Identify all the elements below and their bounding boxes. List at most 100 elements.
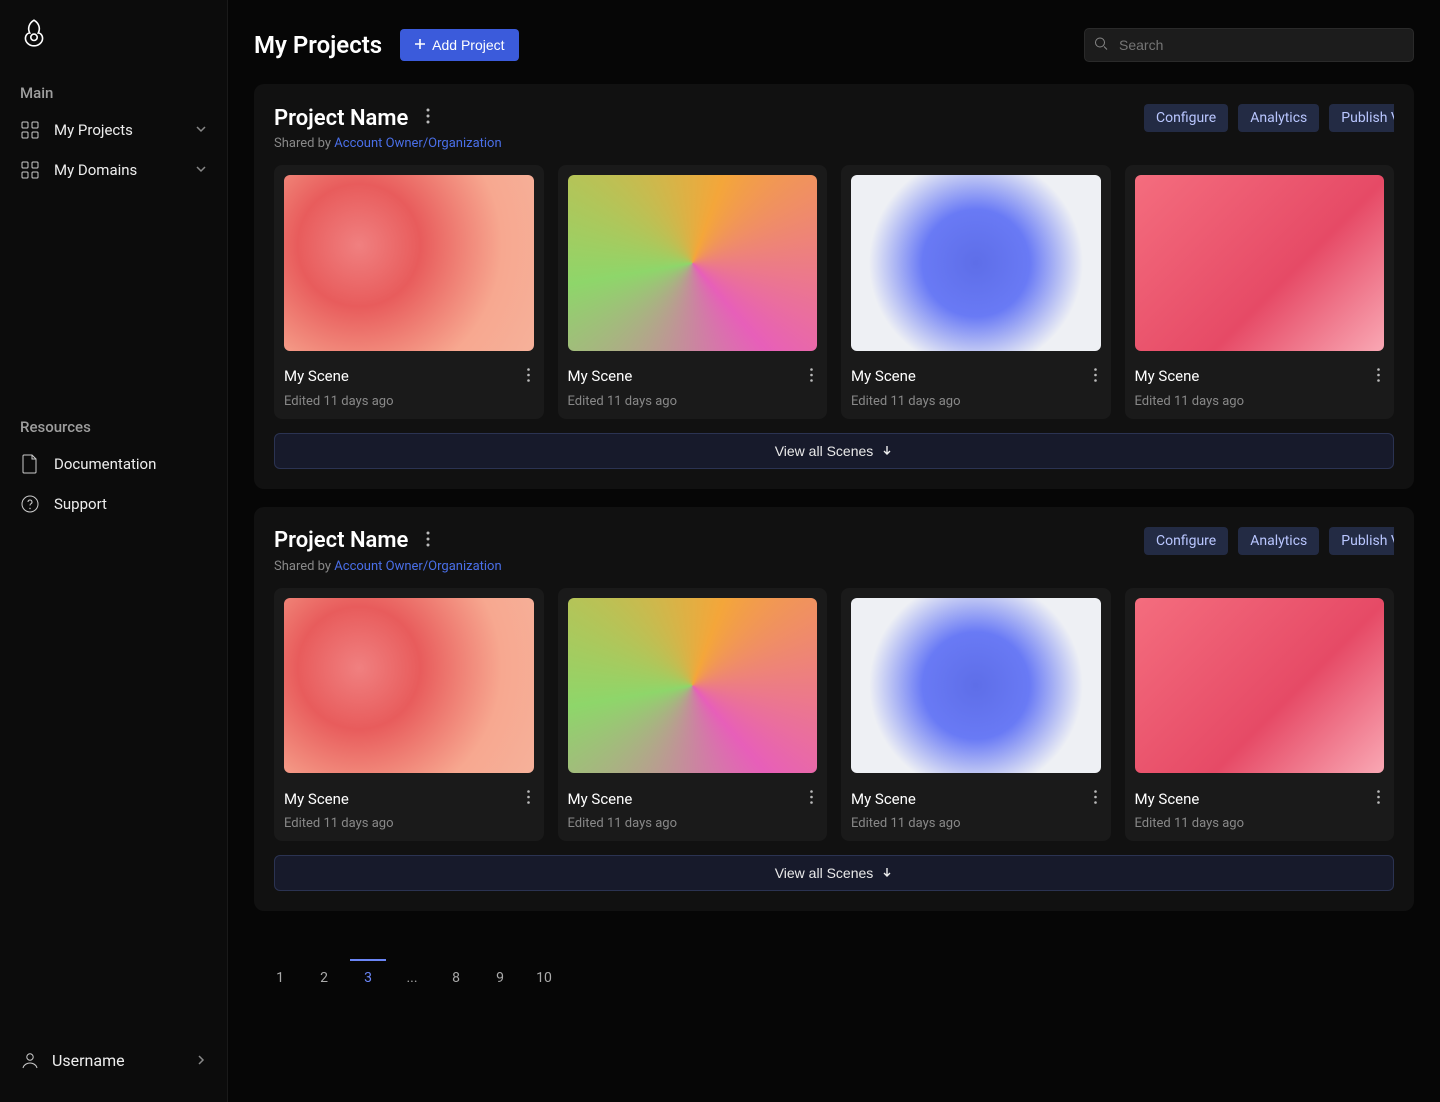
scene-name: My Scene (568, 367, 633, 385)
sidebar-item-my-domains[interactable]: My Domains (0, 150, 227, 190)
user-icon (20, 1050, 40, 1070)
page-button-active[interactable]: 3 (350, 959, 386, 995)
help-icon (20, 494, 40, 514)
scene-card[interactable]: My Scene Edited 11 days ago (274, 588, 544, 842)
scene-menu-button[interactable] (1090, 785, 1101, 812)
plus-icon (414, 37, 426, 53)
scene-name: My Scene (1135, 790, 1200, 808)
scene-thumbnail (851, 175, 1101, 351)
owner-link[interactable]: Account Owner/Organization (334, 136, 501, 151)
scene-card[interactable]: My Scene Edited 11 days ago (1125, 165, 1395, 419)
search-input[interactable] (1084, 28, 1414, 62)
scene-menu-button[interactable] (523, 363, 534, 390)
project-title: Project Name (274, 528, 408, 553)
logo-icon (20, 18, 48, 48)
add-project-label: Add Project (432, 37, 504, 53)
sidebar-item-label: My Domains (54, 161, 137, 179)
scene-edited: Edited 11 days ago (568, 394, 818, 409)
scene-card[interactable]: My Scene Edited 11 days ago (558, 588, 828, 842)
analytics-chip[interactable]: Analytics (1238, 104, 1319, 132)
scene-card[interactable]: My Scene Edited 11 days ago (841, 588, 1111, 842)
scene-thumbnail (284, 175, 534, 351)
scene-menu-button[interactable] (1373, 363, 1384, 390)
scene-name: My Scene (1135, 367, 1200, 385)
sidebar: Main My Projects My Domains Resources Do… (0, 0, 228, 1102)
chevron-right-icon (195, 1051, 207, 1070)
scene-name: My Scene (568, 790, 633, 808)
sidebar-item-label: Documentation (54, 455, 156, 473)
project-block: Project Name Configure Analytics Publish… (254, 84, 1414, 489)
add-project-button[interactable]: Add Project (400, 29, 518, 61)
grid-icon (20, 120, 40, 140)
grid-icon (20, 160, 40, 180)
scene-name: My Scene (851, 790, 916, 808)
view-all-scenes-button[interactable]: View all Scenes (274, 433, 1394, 469)
arrow-down-icon (881, 443, 893, 459)
scene-thumbnail (568, 175, 818, 351)
shared-by-line: Shared by Account Owner/Organization (274, 559, 1394, 574)
configure-chip[interactable]: Configure (1144, 104, 1228, 132)
scene-card[interactable]: My Scene Edited 11 days ago (274, 165, 544, 419)
publish-chip[interactable]: Publish Version (1329, 104, 1394, 132)
scene-thumbnail (568, 598, 818, 774)
project-menu-button[interactable] (422, 527, 434, 555)
scene-card[interactable]: My Scene Edited 11 days ago (558, 165, 828, 419)
scene-edited: Edited 11 days ago (1135, 816, 1385, 831)
scene-menu-button[interactable] (806, 363, 817, 390)
sidebar-item-documentation[interactable]: Documentation (0, 444, 227, 484)
page-header: My Projects Add Project (254, 28, 1414, 62)
owner-link[interactable]: Account Owner/Organization (334, 559, 501, 574)
project-block: Project Name Configure Analytics Publish… (254, 507, 1414, 912)
logo (0, 18, 227, 76)
search-icon (1094, 36, 1108, 55)
analytics-chip[interactable]: Analytics (1238, 527, 1319, 555)
sidebar-item-label: Support (54, 495, 107, 513)
scene-thumbnail (1135, 175, 1385, 351)
scene-card[interactable]: My Scene Edited 11 days ago (1125, 588, 1395, 842)
arrow-down-icon (881, 865, 893, 881)
sidebar-item-my-projects[interactable]: My Projects (0, 110, 227, 150)
scene-card[interactable]: My Scene Edited 11 days ago (841, 165, 1111, 419)
page-button[interactable]: 8 (438, 959, 474, 995)
publish-chip[interactable]: Publish Version (1329, 527, 1394, 555)
scene-edited: Edited 11 days ago (1135, 394, 1385, 409)
scene-menu-button[interactable] (523, 785, 534, 812)
page-button[interactable]: 10 (526, 959, 562, 995)
main-content: My Projects Add Project Project Name Con… (228, 0, 1440, 1102)
page-button[interactable]: 2 (306, 959, 342, 995)
scene-name: My Scene (284, 790, 349, 808)
view-all-scenes-button[interactable]: View all Scenes (274, 855, 1394, 891)
section-resources-label: Resources (0, 410, 227, 444)
page-button[interactable]: 1 (262, 959, 298, 995)
scene-thumbnail (851, 598, 1101, 774)
scene-edited: Edited 11 days ago (851, 816, 1101, 831)
project-menu-button[interactable] (422, 104, 434, 132)
scene-edited: Edited 11 days ago (284, 394, 534, 409)
scene-edited: Edited 11 days ago (284, 816, 534, 831)
sidebar-item-label: My Projects (54, 121, 133, 139)
page-ellipsis: ... (394, 959, 430, 995)
chevron-down-icon (195, 121, 207, 139)
scene-edited: Edited 11 days ago (568, 816, 818, 831)
chevron-down-icon (195, 161, 207, 179)
sidebar-item-support[interactable]: Support (0, 484, 227, 524)
section-main-label: Main (0, 76, 227, 110)
user-menu[interactable]: Username (0, 1036, 227, 1084)
page-button[interactable]: 9 (482, 959, 518, 995)
pagination: 1 2 3 ... 8 9 10 (254, 929, 1414, 1003)
shared-by-line: Shared by Account Owner/Organization (274, 136, 1394, 151)
search-wrap (1084, 28, 1414, 62)
scene-thumbnail (1135, 598, 1385, 774)
document-icon (20, 454, 40, 474)
scene-menu-button[interactable] (1373, 785, 1384, 812)
scene-name: My Scene (851, 367, 916, 385)
configure-chip[interactable]: Configure (1144, 527, 1228, 555)
scene-menu-button[interactable] (806, 785, 817, 812)
project-title: Project Name (274, 106, 408, 131)
scene-edited: Edited 11 days ago (851, 394, 1101, 409)
page-title: My Projects (254, 31, 382, 59)
username-label: Username (52, 1051, 125, 1070)
scene-menu-button[interactable] (1090, 363, 1101, 390)
scene-name: My Scene (284, 367, 349, 385)
scene-thumbnail (284, 598, 534, 774)
